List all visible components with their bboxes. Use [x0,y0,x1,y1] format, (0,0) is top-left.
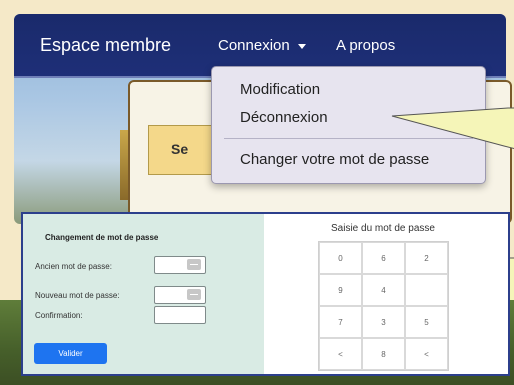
keypad-key[interactable] [405,274,448,306]
menu-item-deconnexion[interactable]: Déconnexion [240,109,328,126]
background-card-header-text: Se [171,141,189,157]
keypad-key[interactable]: 9 [319,274,362,306]
form-pane: Changement de mot de passe Ancien mot de… [23,214,264,374]
caret-down-icon [297,43,306,49]
keypad-key[interactable]: 0 [319,242,362,274]
keypad-key[interactable]: < [405,338,448,370]
menu-divider [224,138,473,139]
nav-connexion-label: Connexion [218,37,290,54]
keypad-key[interactable]: < [319,338,362,370]
keypad-key[interactable]: 7 [319,306,362,338]
brand-link[interactable]: Espace membre [40,35,171,56]
keyboard-icon[interactable] [187,289,201,300]
background-card-header: Se [148,125,220,175]
menu-item-changer-mot-de-passe[interactable]: Changer votre mot de passe [240,151,429,168]
form-title: Changement de mot de passe [45,233,159,242]
connexion-dropdown-menu: Modification Déconnexion Changer votre m… [211,66,486,184]
keypad-title: Saisie du mot de passe [331,223,435,234]
keypad-key[interactable]: 6 [362,242,405,274]
keypad-key[interactable]: 4 [362,274,405,306]
menu-item-modification[interactable]: Modification [240,81,320,98]
keypad-key[interactable]: 3 [362,306,405,338]
confirmation-input[interactable] [154,306,206,324]
keypad-key[interactable]: 2 [405,242,448,274]
confirmation-label: Confirmation: [35,311,83,320]
keypad-key[interactable]: 5 [405,306,448,338]
virtual-keypad: 0 6 2 9 4 7 3 5 < 8 < [318,241,449,371]
keypad-key[interactable]: 8 [362,338,405,370]
nav-connexion[interactable]: Connexion [218,37,306,54]
valider-button[interactable]: Valider [34,343,107,364]
keyboard-icon[interactable] [187,259,201,270]
password-change-dialog: Changement de mot de passe Ancien mot de… [21,212,510,376]
ancien-password-input[interactable] [154,256,206,274]
nav-apropos[interactable]: A propos [336,37,395,54]
nouveau-password-input[interactable] [154,286,206,304]
nouveau-label: Nouveau mot de passe: [35,291,120,300]
ancien-label: Ancien mot de passe: [35,262,112,271]
